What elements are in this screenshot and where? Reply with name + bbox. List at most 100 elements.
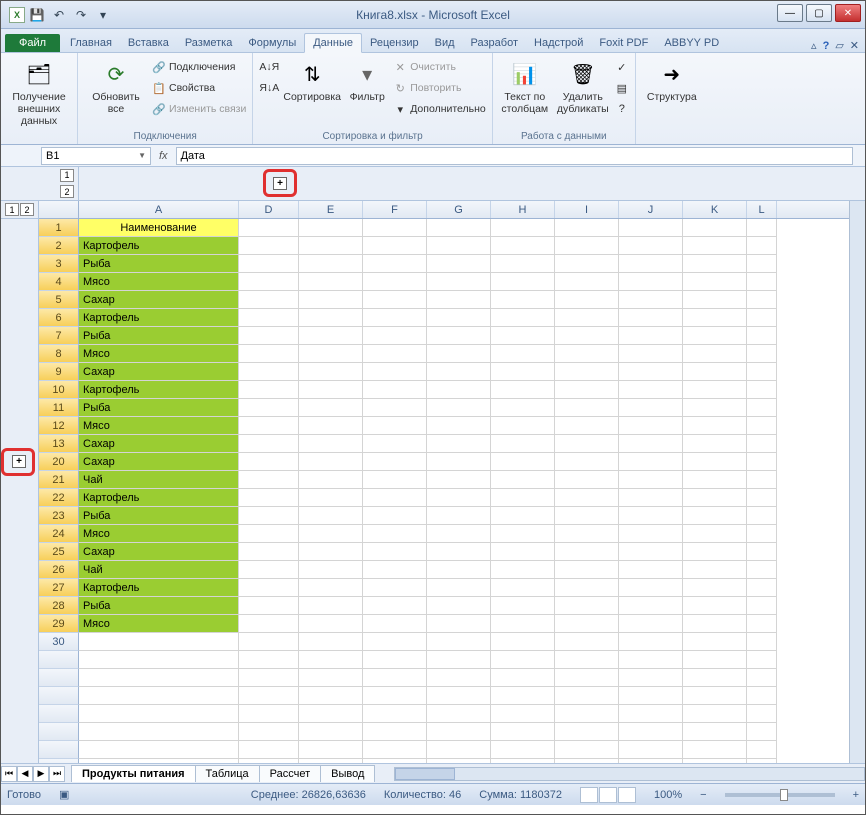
cell[interactable] xyxy=(363,435,427,453)
cell[interactable] xyxy=(427,237,491,255)
cell[interactable] xyxy=(239,525,299,543)
cell-A[interactable]: Сахар xyxy=(79,291,239,309)
cell[interactable] xyxy=(427,435,491,453)
cell[interactable] xyxy=(683,507,747,525)
cell[interactable] xyxy=(299,327,363,345)
row-header[interactable]: 11 xyxy=(39,399,79,417)
whatif-button[interactable]: ? xyxy=(615,99,629,119)
col-level-2[interactable]: 2 xyxy=(60,185,74,198)
cell[interactable] xyxy=(427,579,491,597)
cell[interactable] xyxy=(619,507,683,525)
cell[interactable] xyxy=(427,561,491,579)
cell[interactable] xyxy=(619,633,683,651)
sort-za-button[interactable]: Я↓А xyxy=(259,78,279,98)
refresh-all-button[interactable]: ⟳ Обновить все xyxy=(84,55,148,115)
row-header[interactable]: 9 xyxy=(39,363,79,381)
clear-filter-button[interactable]: ✕Очистить xyxy=(393,57,486,77)
cell[interactable] xyxy=(619,579,683,597)
cell[interactable] xyxy=(683,417,747,435)
cell[interactable] xyxy=(363,237,427,255)
help-icon[interactable]: ? xyxy=(823,40,830,52)
row-header[interactable]: 6 xyxy=(39,309,79,327)
zoom-in-button[interactable]: + xyxy=(853,789,859,801)
cell[interactable] xyxy=(239,381,299,399)
cell[interactable] xyxy=(239,273,299,291)
cell[interactable] xyxy=(619,219,683,237)
cell[interactable] xyxy=(491,435,555,453)
row-header[interactable]: 24 xyxy=(39,525,79,543)
cell[interactable] xyxy=(619,615,683,633)
cell[interactable] xyxy=(239,399,299,417)
cell[interactable] xyxy=(363,633,427,651)
cell[interactable] xyxy=(555,507,619,525)
cell[interactable] xyxy=(747,453,777,471)
cell-A[interactable]: Мясо xyxy=(79,417,239,435)
cell[interactable] xyxy=(747,291,777,309)
row-header[interactable]: 4 xyxy=(39,273,79,291)
cell-A[interactable]: Сахар xyxy=(79,363,239,381)
cell[interactable] xyxy=(683,345,747,363)
tab-home[interactable]: Главная xyxy=(62,34,120,52)
cell[interactable] xyxy=(299,399,363,417)
cell[interactable] xyxy=(491,597,555,615)
cell[interactable] xyxy=(299,615,363,633)
cell[interactable] xyxy=(363,273,427,291)
sheet-nav-last[interactable]: ⏭ xyxy=(49,766,65,782)
tab-foxit[interactable]: Foxit PDF xyxy=(591,34,656,52)
row-header[interactable]: 20 xyxy=(39,453,79,471)
advanced-filter-button[interactable]: ▾Дополнительно xyxy=(393,99,486,119)
cell[interactable] xyxy=(427,471,491,489)
column-group-expand-button[interactable]: + xyxy=(273,177,287,190)
cell[interactable] xyxy=(363,525,427,543)
cell[interactable] xyxy=(747,309,777,327)
cell[interactable] xyxy=(683,255,747,273)
cell[interactable] xyxy=(619,597,683,615)
close-button[interactable]: ✕ xyxy=(835,4,861,22)
cell[interactable] xyxy=(491,291,555,309)
row-header[interactable]: 7 xyxy=(39,327,79,345)
cell[interactable] xyxy=(683,489,747,507)
col-header-J[interactable]: J xyxy=(619,201,683,218)
row-header[interactable]: 22 xyxy=(39,489,79,507)
cell[interactable] xyxy=(299,237,363,255)
spreadsheet-grid[interactable]: A D E F G H I J K L 1Наименование2Картоф… xyxy=(39,201,865,763)
cell[interactable] xyxy=(239,471,299,489)
cell[interactable] xyxy=(555,327,619,345)
row-header[interactable]: 28 xyxy=(39,597,79,615)
cell[interactable] xyxy=(747,255,777,273)
row-header[interactable]: 8 xyxy=(39,345,79,363)
cell[interactable] xyxy=(683,363,747,381)
hscroll-thumb[interactable] xyxy=(395,768,455,780)
cell[interactable] xyxy=(491,381,555,399)
cell[interactable] xyxy=(491,543,555,561)
cell[interactable] xyxy=(491,471,555,489)
cell[interactable] xyxy=(427,615,491,633)
row-header[interactable]: 21 xyxy=(39,471,79,489)
cell[interactable] xyxy=(747,435,777,453)
cell[interactable] xyxy=(619,489,683,507)
cell[interactable] xyxy=(239,597,299,615)
cell-A[interactable]: Картофель xyxy=(79,489,239,507)
row-header[interactable]: 13 xyxy=(39,435,79,453)
cell[interactable] xyxy=(299,255,363,273)
cell[interactable] xyxy=(239,345,299,363)
col-header-I[interactable]: I xyxy=(555,201,619,218)
tab-insert[interactable]: Вставка xyxy=(120,34,177,52)
cell[interactable] xyxy=(427,633,491,651)
cell[interactable] xyxy=(555,453,619,471)
col-level-1[interactable]: 1 xyxy=(60,169,74,182)
cell[interactable] xyxy=(747,381,777,399)
cell[interactable] xyxy=(491,399,555,417)
mdi-restore-icon[interactable]: ▱ xyxy=(835,39,843,52)
cell[interactable] xyxy=(239,507,299,525)
cell[interactable] xyxy=(491,417,555,435)
cell[interactable] xyxy=(491,309,555,327)
cell[interactable] xyxy=(683,543,747,561)
cell[interactable] xyxy=(299,579,363,597)
col-header-D[interactable]: D xyxy=(239,201,299,218)
cell[interactable] xyxy=(555,435,619,453)
cell[interactable] xyxy=(299,633,363,651)
select-all-corner[interactable] xyxy=(39,201,79,218)
cell[interactable] xyxy=(555,597,619,615)
cell[interactable] xyxy=(363,345,427,363)
